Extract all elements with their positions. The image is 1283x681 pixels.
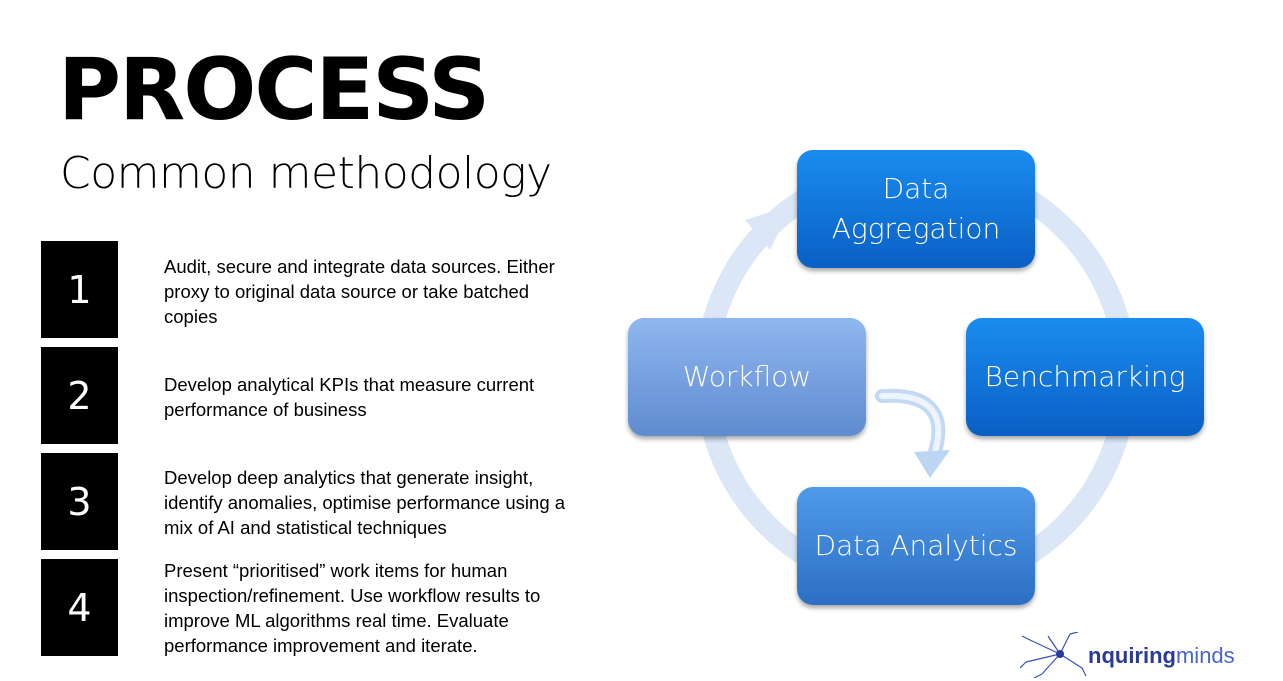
node-data-analytics: Data Analytics xyxy=(797,487,1035,605)
brand-logo: nquiringminds xyxy=(1088,643,1235,669)
center-arrowhead xyxy=(914,450,950,478)
node-workflow: Workflow xyxy=(628,318,866,436)
node-benchmarking: Benchmarking xyxy=(966,318,1204,436)
logo-light-text: minds xyxy=(1175,643,1235,668)
logo-bold-text: nquiring xyxy=(1088,643,1176,668)
node-data-aggregation: Data Aggregation xyxy=(797,150,1035,268)
